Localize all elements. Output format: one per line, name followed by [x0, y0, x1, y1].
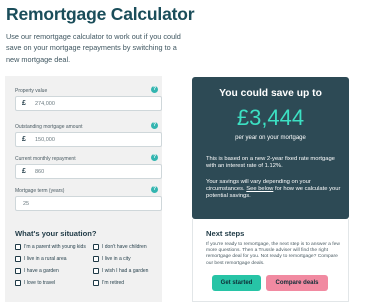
savings-period: per year on your mortgage [235, 135, 306, 141]
checkbox-label: I don't have children [102, 244, 147, 250]
checkbox[interactable] [15, 256, 21, 262]
checkbox[interactable] [93, 244, 99, 250]
situation-checkbox[interactable]: I don't have children [93, 244, 147, 250]
situation-title: What's your situation? [15, 229, 97, 238]
monthly-repayment-label: Current monthly repayment [15, 156, 76, 162]
monthly-repayment-value: 860 [35, 169, 45, 175]
see-below-link[interactable]: See below [246, 186, 273, 192]
checkbox[interactable] [15, 244, 21, 250]
checkbox-label: I love to travel [24, 280, 56, 286]
question-icon[interactable]: ? [151, 154, 158, 161]
next-steps-title: Next steps [206, 229, 245, 238]
outstanding-mortgage-label: Outstanding mortgage amount [15, 124, 83, 130]
situation-checkbox[interactable]: I wish I had a garden [93, 268, 148, 274]
property-value-label: Property value [15, 88, 48, 94]
savings-heading: You could save up to [219, 88, 322, 99]
checkbox-label: I have a garden [24, 268, 59, 274]
checkbox[interactable] [93, 280, 99, 286]
outstanding-mortgage-field[interactable]: £ 150,000 [15, 132, 162, 147]
question-icon[interactable]: ? [151, 122, 158, 129]
question-icon[interactable]: ? [151, 186, 158, 193]
calculator-form: Property value ? £ 274,000 Outstanding m… [5, 76, 162, 302]
savings-amount: £3,444 [236, 105, 305, 130]
situation-checkbox[interactable]: I'm retired [93, 280, 124, 286]
checkbox-label: I live in a rural area [24, 256, 67, 262]
checkbox-label: I live in a city [102, 256, 131, 262]
checkbox-label: I wish I had a garden [102, 268, 149, 274]
checkbox[interactable] [93, 256, 99, 262]
checkbox-label: I'm a parent with young kids [24, 244, 86, 250]
savings-disclaimer: Your savings will vary depending on your… [206, 179, 341, 200]
next-steps-panel: Next steps If you're ready to remortgage… [192, 219, 349, 302]
checkbox[interactable] [15, 268, 21, 274]
property-value-field[interactable]: £ 274,000 [15, 96, 162, 111]
question-icon[interactable]: ? [151, 86, 158, 93]
compare-deals-button[interactable]: Compare deals [266, 275, 328, 291]
savings-result-panel: You could save up to £3,444 per year on … [192, 77, 349, 219]
next-steps-text: If you're ready to remortgage, the next … [206, 242, 340, 266]
page-title: Remortgage Calculator [6, 4, 195, 24]
monthly-repayment-field[interactable]: £ 860 [15, 164, 162, 179]
get-started-button[interactable]: Get started [212, 275, 261, 291]
savings-detail: This is based on a new 2-year fixed rate… [206, 156, 335, 169]
pound-prefix: £ [22, 136, 26, 143]
situation-checkbox[interactable]: I'm a parent with young kids [15, 244, 86, 250]
pound-prefix: £ [22, 100, 26, 107]
mortgage-term-field[interactable]: 25 [15, 196, 162, 211]
pound-prefix: £ [22, 168, 26, 175]
property-value-value: 274,000 [35, 101, 55, 107]
situation-checkbox[interactable]: I have a garden [15, 268, 59, 274]
situation-checkbox[interactable]: I love to travel [15, 280, 55, 286]
situation-checkbox[interactable]: I live in a city [93, 256, 131, 262]
checkbox[interactable] [15, 280, 21, 286]
outstanding-mortgage-value: 150,000 [35, 137, 55, 143]
mortgage-term-label: Mortgage term (years) [15, 188, 65, 194]
checkbox[interactable] [93, 268, 99, 274]
intro-text: Use our remortgage calculator to work ou… [6, 32, 181, 64]
mortgage-term-value: 25 [23, 201, 30, 207]
situation-checkbox[interactable]: I live in a rural area [15, 256, 67, 262]
checkbox-label: I'm retired [102, 280, 125, 286]
